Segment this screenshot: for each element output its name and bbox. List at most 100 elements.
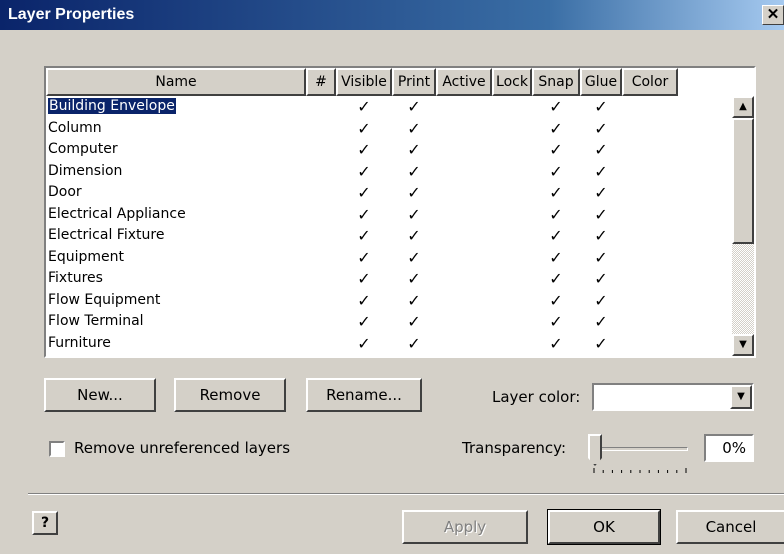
ok-button[interactable]: OK [547,509,661,545]
layer-name: Building Envelope [47,97,177,115]
check-icon[interactable]: ✓ [549,226,562,245]
new-button[interactable]: New... [44,378,156,412]
check-icon[interactable]: ✓ [357,291,370,310]
column-header[interactable]: Glue [580,68,622,96]
table-row[interactable]: Fixtures ✓ ✓ ✓ ✓ [46,268,730,290]
check-icon[interactable]: ✓ [357,312,370,331]
column-header[interactable]: Print [392,68,436,96]
remove-unreferenced-checkbox[interactable] [49,441,65,457]
check-icon[interactable]: ✓ [357,162,370,181]
rename-button[interactable]: Rename... [306,378,422,412]
check-icon[interactable]: ✓ [357,334,370,353]
check-icon[interactable]: ✓ [407,205,420,224]
check-icon[interactable]: ✓ [549,269,562,288]
check-icon[interactable]: ✓ [549,205,562,224]
table-row[interactable]: Flow Equipment ✓ ✓ ✓ ✓ [46,290,730,312]
check-icon[interactable]: ✓ [594,183,607,202]
transparency-slider-track[interactable] [596,447,688,451]
check-icon[interactable]: ✓ [357,140,370,159]
check-icon[interactable]: ✓ [407,97,420,116]
transparency-slider-thumb[interactable] [588,434,602,466]
check-icon[interactable]: ✓ [594,226,607,245]
check-icon[interactable]: ✓ [357,269,370,288]
check-icon[interactable]: ✓ [407,248,420,267]
check-icon[interactable]: ✓ [549,334,562,353]
check-icon[interactable]: ✓ [407,334,420,353]
column-header[interactable]: Lock [492,68,532,96]
check-icon[interactable]: ✓ [357,97,370,116]
check-icon[interactable]: ✓ [549,312,562,331]
check-icon[interactable]: ✓ [549,162,562,181]
scroll-up-icon[interactable]: ▲ [732,96,754,118]
check-icon[interactable]: ✓ [594,291,607,310]
check-icon[interactable]: ✓ [407,269,420,288]
close-icon[interactable]: ✕ [762,5,784,25]
check-icon[interactable]: ✓ [407,183,420,202]
check-icon[interactable]: ✓ [594,119,607,138]
check-icon[interactable]: ✓ [357,119,370,138]
check-icon[interactable]: ✓ [357,183,370,202]
glue-cell: ✓ [580,311,622,332]
layer-name-cell: Dimension [46,161,306,183]
check-icon[interactable]: ✓ [594,162,607,181]
check-icon[interactable]: ✓ [407,162,420,181]
table-row[interactable]: Electrical Fixture ✓ ✓ ✓ ✓ [46,225,730,247]
empty-cell [306,268,336,289]
column-header[interactable]: # [306,68,336,96]
check-icon[interactable]: ✓ [407,312,420,331]
scroll-down-icon[interactable]: ▼ [732,334,754,356]
help-icon[interactable]: ? [32,511,58,535]
table-row[interactable]: Column ✓ ✓ ✓ ✓ [46,118,730,140]
check-icon[interactable]: ✓ [594,140,607,159]
check-icon[interactable]: ✓ [357,226,370,245]
check-icon[interactable]: ✓ [357,205,370,224]
apply-button[interactable]: Apply [402,510,528,544]
check-icon[interactable]: ✓ [594,334,607,353]
table-row[interactable]: Flow Terminal ✓ ✓ ✓ ✓ [46,311,730,333]
transparency-value[interactable]: 0% [704,434,754,462]
check-icon[interactable]: ✓ [549,119,562,138]
check-icon[interactable]: ✓ [594,97,607,116]
table-row[interactable]: Equipment ✓ ✓ ✓ ✓ [46,247,730,269]
active-cell [436,225,492,246]
column-header[interactable]: Active [436,68,492,96]
visible-cell: ✓ [336,247,392,268]
table-row[interactable]: Furniture ✓ ✓ ✓ ✓ [46,333,730,355]
column-header[interactable]: Name [46,68,306,96]
layers-list[interactable]: Name # Visible Print Active Lock Snap Glue Color… [44,66,756,358]
table-row[interactable]: Electrical Appliance ✓ ✓ ✓ ✓ [46,204,730,226]
check-icon[interactable]: ✓ [594,248,607,267]
vertical-scrollbar[interactable]: ▲ ▼ [732,96,754,356]
check-icon[interactable]: ✓ [549,97,562,116]
column-header[interactable]: Snap [532,68,580,96]
cancel-button[interactable]: Cancel [676,510,784,544]
check-icon[interactable]: ✓ [594,269,607,288]
table-row[interactable]: Building Envelope ✓ ✓ ✓ ✓ [46,96,730,118]
empty-cell [306,96,336,117]
check-icon[interactable]: ✓ [407,140,420,159]
check-icon[interactable]: ✓ [594,205,607,224]
check-icon[interactable]: ✓ [549,291,562,310]
active-cell [436,96,492,117]
check-icon[interactable]: ✓ [407,226,420,245]
check-icon[interactable]: ✓ [549,183,562,202]
check-icon[interactable]: ✓ [549,248,562,267]
table-row[interactable]: Dimension ✓ ✓ ✓ ✓ [46,161,730,183]
remove-button[interactable]: Remove [174,378,286,412]
check-icon[interactable]: ✓ [407,291,420,310]
layer-color-select[interactable]: ▼ [592,383,754,411]
snap-cell: ✓ [532,247,580,268]
visible-cell: ✓ [336,118,392,139]
check-icon[interactable]: ✓ [407,119,420,138]
check-icon[interactable]: ✓ [357,248,370,267]
check-icon[interactable]: ✓ [594,312,607,331]
column-header[interactable]: Visible [336,68,392,96]
check-icon[interactable]: ✓ [549,140,562,159]
layers-rows: Building Envelope ✓ ✓ ✓ ✓ Column ✓ ✓ ✓ ✓ Computer ✓… [46,96,730,356]
empty-cell [306,333,336,354]
chevron-down-icon[interactable]: ▼ [730,385,752,409]
column-header[interactable]: Color [622,68,678,96]
table-row[interactable]: Computer ✓ ✓ ✓ ✓ [46,139,730,161]
table-row[interactable]: Door ✓ ✓ ✓ ✓ [46,182,730,204]
scroll-thumb[interactable] [732,118,754,244]
